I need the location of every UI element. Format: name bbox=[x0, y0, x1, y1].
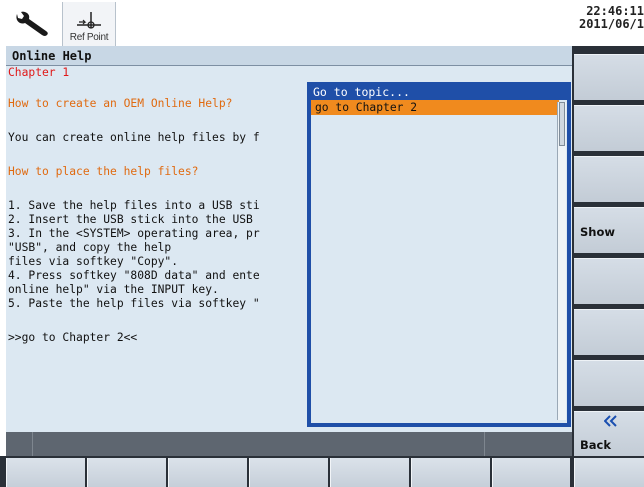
vsoftkey-2[interactable] bbox=[574, 105, 644, 151]
refpoint-button[interactable]: Ref Point bbox=[62, 2, 116, 46]
hsoftkey-2[interactable] bbox=[87, 458, 166, 487]
hsoftkey-5[interactable] bbox=[330, 458, 409, 487]
topic-item-label: go to Chapter 2 bbox=[315, 101, 418, 114]
dialog-title: Go to topic... bbox=[313, 85, 410, 99]
refpoint-label: Ref Point bbox=[69, 32, 109, 43]
show-softkey[interactable]: Show bbox=[574, 207, 644, 253]
help-text-line: files via softkey "Copy". bbox=[8, 255, 179, 268]
hsoftkey-8[interactable] bbox=[574, 458, 644, 487]
hsoftkey-7[interactable] bbox=[492, 458, 570, 487]
help-text-line: 2. Insert the USB stick into the USB bbox=[8, 213, 253, 226]
clock: 22:46:11 2011/06/1 bbox=[554, 5, 644, 31]
status-divider bbox=[32, 432, 33, 456]
goto-topic-dialog: Go to topic... go to Chapter 2 bbox=[307, 82, 571, 427]
chapter-link[interactable]: >>go to Chapter 2<< bbox=[8, 331, 137, 345]
topic-scrollbar[interactable] bbox=[557, 102, 566, 420]
panel-title-bar: Online Help bbox=[6, 46, 572, 66]
section-heading-place: How to place the help files? bbox=[8, 165, 199, 178]
wrench-icon[interactable] bbox=[14, 10, 54, 38]
header-bar: Ref Point 22:46:11 2011/06/1 bbox=[0, 0, 644, 46]
section-heading-create: How to create an OEM Online Help? bbox=[8, 97, 233, 110]
vsoftkey-7[interactable] bbox=[574, 360, 644, 406]
double-chevron-left-icon bbox=[604, 415, 617, 427]
vsoftkey-3[interactable] bbox=[574, 156, 644, 202]
chapter-heading: Chapter 1 bbox=[8, 66, 70, 79]
topic-item-selected[interactable]: go to Chapter 2 bbox=[311, 100, 559, 115]
vsoftkey-1[interactable] bbox=[574, 54, 644, 100]
help-text-line: You can create online help files by f bbox=[8, 131, 260, 144]
horizontal-softkey-bar bbox=[0, 456, 644, 487]
back-label: Back bbox=[580, 438, 611, 452]
status-divider bbox=[484, 432, 485, 456]
vsoftkey-5[interactable] bbox=[574, 258, 644, 304]
help-text-line: "USB", and copy the help bbox=[8, 241, 172, 254]
panel-title: Online Help bbox=[12, 49, 92, 63]
help-text-line: 5. Paste the help files via softkey " bbox=[8, 297, 260, 310]
help-text-line: online help" via the INPUT key. bbox=[8, 283, 219, 296]
reference-point-icon bbox=[77, 12, 101, 29]
status-bar bbox=[6, 432, 572, 456]
scrollbar-thumb[interactable] bbox=[559, 102, 565, 146]
show-label: Show bbox=[580, 225, 615, 239]
hsoftkey-3[interactable] bbox=[168, 458, 247, 487]
help-text-line: 3. In the <SYSTEM> operating area, pr bbox=[8, 227, 260, 240]
vertical-softkey-bar: Show Back bbox=[572, 46, 644, 458]
hsoftkey-1[interactable] bbox=[6, 458, 85, 487]
hsoftkey-6[interactable] bbox=[411, 458, 490, 487]
vsoftkey-6[interactable] bbox=[574, 309, 644, 355]
help-text-line: 4. Press softkey "808D data" and ente bbox=[8, 269, 260, 282]
back-softkey[interactable]: Back bbox=[574, 411, 644, 457]
date-text: 2011/06/1 bbox=[578, 17, 644, 31]
topic-list[interactable]: go to Chapter 2 bbox=[311, 100, 567, 423]
help-text-line: 1. Save the help files into a USB sti bbox=[8, 199, 260, 212]
hsoftkey-4[interactable] bbox=[249, 458, 328, 487]
